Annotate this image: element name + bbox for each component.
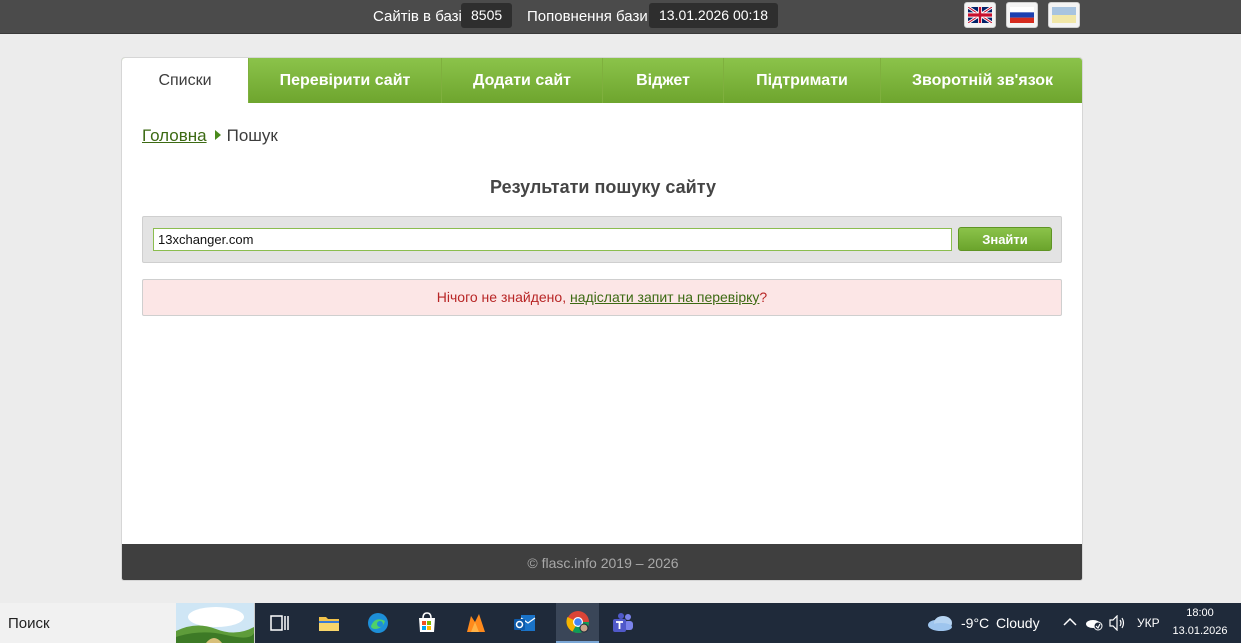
task-view-icon[interactable] xyxy=(262,607,298,639)
tab-add-site[interactable]: Додати сайт xyxy=(441,58,602,103)
search-form: Знайти xyxy=(142,216,1062,263)
flag-ru-icon[interactable] xyxy=(1006,2,1038,28)
input-language[interactable]: УКР xyxy=(1137,616,1160,630)
tab-lists[interactable]: Списки xyxy=(122,58,248,103)
db-update-value: 13.01.2026 00:18 xyxy=(649,3,778,28)
footer: © flasc.info 2019 – 2026 xyxy=(122,544,1082,580)
file-explorer-icon[interactable] xyxy=(311,607,347,639)
search-button[interactable]: Знайти xyxy=(958,227,1052,251)
search-input[interactable] xyxy=(153,228,952,251)
outlook-icon[interactable] xyxy=(507,607,543,639)
breadcrumb-arrow-icon xyxy=(214,130,221,140)
search-highlight-icon xyxy=(176,603,254,643)
breadcrumb-current: Пошук xyxy=(226,126,278,145)
flag-en-icon[interactable] xyxy=(964,2,996,28)
tab-widget[interactable]: Віджет xyxy=(602,58,723,103)
taskbar: Поиск -9°C Cloudy УКР 18:00 13.01.2026 xyxy=(0,603,1241,643)
chevron-up-icon[interactable] xyxy=(1063,617,1077,627)
store-icon[interactable] xyxy=(409,607,445,639)
weather-cloudy-icon[interactable] xyxy=(927,615,953,631)
tab-feedback[interactable]: Зворотній зв'язок xyxy=(880,58,1082,103)
sites-count-value: 8505 xyxy=(461,3,513,28)
volume-icon[interactable] xyxy=(1109,615,1127,631)
main-card: Списки Перевірити сайт Додати сайт Відже… xyxy=(121,57,1083,581)
tab-check-site[interactable]: Перевірити сайт xyxy=(248,58,441,103)
onedrive-sync-icon[interactable] xyxy=(1085,615,1103,631)
clock-time[interactable]: 18:00 xyxy=(1172,607,1228,619)
alert-text: Нічого не знайдено, xyxy=(436,289,570,305)
teams-icon[interactable] xyxy=(605,607,641,639)
page-title: Результати пошуку сайту xyxy=(490,177,716,197)
firefox-icon[interactable] xyxy=(458,607,494,639)
edge-icon[interactable] xyxy=(360,607,396,639)
alert-suffix: ? xyxy=(759,289,768,305)
stats-bar: Сайтів в базі 8505 Поповнення бази 13.01… xyxy=(0,0,1241,34)
breadcrumb: Головна Пошук xyxy=(142,126,278,146)
tab-support[interactable]: Підтримати xyxy=(723,58,880,103)
main-nav: Списки Перевірити сайт Додати сайт Відже… xyxy=(122,58,1082,103)
weather-temp: -9°C xyxy=(961,615,990,631)
sites-count-label: Сайтів в базі xyxy=(373,8,462,25)
weather-condition: Cloudy xyxy=(996,615,1040,631)
not-found-alert: Нічого не знайдено, надіслати запит на п… xyxy=(142,279,1062,316)
clock-date[interactable]: 13.01.2026 xyxy=(1172,625,1228,637)
send-request-link[interactable]: надіслати запит на перевірку xyxy=(570,289,759,305)
chrome-icon[interactable] xyxy=(556,603,599,643)
breadcrumb-home-link[interactable]: Головна xyxy=(142,126,207,145)
taskbar-search-label: Поиск xyxy=(8,615,50,632)
db-update-label: Поповнення бази xyxy=(527,8,648,25)
flag-uk-icon[interactable] xyxy=(1048,2,1080,28)
taskbar-search[interactable]: Поиск xyxy=(0,603,255,643)
